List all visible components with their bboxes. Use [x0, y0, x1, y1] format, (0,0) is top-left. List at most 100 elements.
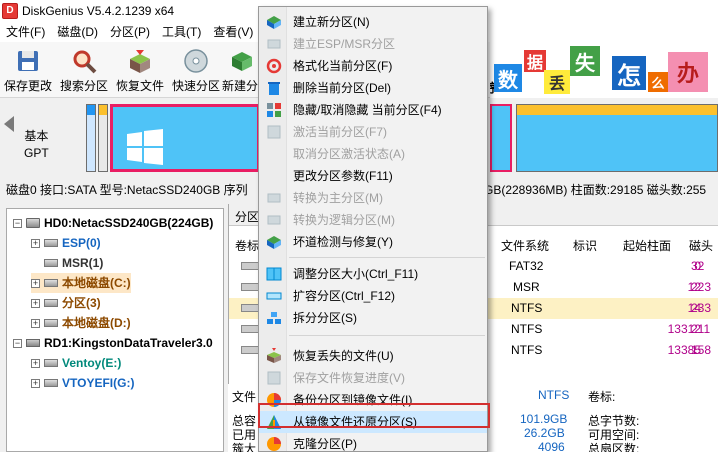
app-logo-icon: D — [2, 3, 18, 19]
tree-item-label: ESP(0) — [62, 236, 101, 250]
tree-item-msr[interactable]: MSR(1) — [31, 253, 103, 273]
menu-item-to-primary[interactable]: 转换为主分区(M) — [259, 187, 487, 209]
tree-item-partition3[interactable]: + 分区(3) — [31, 293, 101, 313]
partition-context-menu: 建立新分区(N) 建立ESP/MSR分区 格式化当前分区(F) 删除当前分区(D… — [258, 6, 488, 452]
menu-view[interactable]: 查看(V) — [207, 22, 259, 42]
convert-primary-icon — [267, 193, 281, 203]
tree-item-ventoy[interactable]: + Ventoy(E:) — [31, 353, 121, 373]
menu-item-activate[interactable]: 激活当前分区(F7) — [259, 121, 487, 143]
expand-icon[interactable]: + — [31, 238, 40, 248]
tree-item-label: RD1:KingstonDataTraveler3.0 — [44, 336, 213, 350]
partition-bar-d[interactable] — [516, 104, 718, 172]
save-changes-button[interactable]: 保存更改 — [0, 44, 56, 96]
expand-icon[interactable]: + — [31, 298, 40, 308]
expand-icon[interactable]: + — [31, 278, 40, 288]
menu-item-deactivate[interactable]: 取消分区激活状态(A) — [259, 143, 487, 165]
new-partition-button[interactable]: 新建分 — [220, 44, 260, 96]
menu-item-split[interactable]: 拆分分区(S) — [259, 307, 487, 329]
menu-item-clone[interactable]: 克隆分区(P) — [259, 433, 487, 452]
collapse-icon[interactable]: − — [13, 218, 22, 228]
partition-bar-msr[interactable] — [98, 104, 108, 172]
menu-item-extend[interactable]: 扩容分区(Ctrl_F12) — [259, 285, 487, 307]
extend-icon — [266, 292, 282, 300]
usb-drive-icon — [26, 339, 40, 347]
menu-item-format[interactable]: 格式化当前分区(F) — [259, 55, 487, 77]
tree-item-vtoyefi[interactable]: + VTOYEFI(G:) — [31, 373, 134, 393]
menu-item-create-esp-msr[interactable]: 建立ESP/MSR分区 — [259, 33, 487, 55]
menu-partition[interactable]: 分区(P) — [104, 22, 156, 42]
disk-tree: − HD0:NetacSSD240GB(224GB) + ESP(0) MSR(… — [6, 208, 224, 452]
partition-icon — [44, 259, 58, 267]
menu-item-to-logical[interactable]: 转换为逻辑分区(M) — [259, 209, 487, 231]
partition-row-icon — [241, 325, 259, 333]
partition-bar-c[interactable] — [110, 104, 260, 172]
menu-item-hide-unhide[interactable]: 隐藏/取消隐藏 当前分区(F4) — [259, 99, 487, 121]
disk-info-left: 磁盘0 接口:SATA 型号:NetacSSD240GB 序列 — [6, 183, 248, 197]
tree-item-label: Ventoy(E:) — [62, 356, 122, 370]
menu-item-save-progress[interactable]: 保存文件恢复进度(V) — [259, 367, 487, 389]
tab-partitions[interactable]: 分区 — [235, 208, 259, 225]
promo-banner[interactable]: 数 据 丢 失 怎 么 办 序 — [490, 42, 718, 98]
window-title: DiskGenius V5.4.2.1239 x64 — [22, 4, 175, 18]
banner-char: 办 — [668, 52, 708, 92]
tree-item-d[interactable]: + 本地磁盘(D:) — [31, 313, 131, 333]
total-sectors-label: 总扇区数: — [588, 442, 640, 452]
quick-partition-button[interactable]: 快速分区 — [168, 44, 224, 96]
menu-separator — [289, 335, 485, 336]
tree-item-rd1[interactable]: − RD1:KingstonDataTraveler3.0 — [13, 333, 213, 353]
column-filesystem[interactable]: 文件系统 — [501, 236, 549, 256]
menu-item-change-params[interactable]: 更改分区参数(F11) — [259, 165, 487, 187]
tree-item-c[interactable]: + 本地磁盘(C:) — [31, 273, 131, 293]
menu-file[interactable]: 文件(F) — [0, 22, 51, 42]
expand-icon[interactable]: + — [31, 358, 40, 368]
column-volume[interactable]: 卷标 — [235, 236, 259, 256]
recover-icon — [267, 348, 281, 363]
split-icon — [267, 312, 281, 324]
expand-icon[interactable]: + — [31, 318, 40, 328]
partition-icon — [44, 279, 58, 287]
search-partition-button[interactable]: 搜索分区 — [56, 44, 112, 96]
clone-icon — [267, 437, 281, 451]
highlight-box — [258, 403, 490, 428]
partition-bar-3[interactable] — [490, 104, 512, 172]
menu-item-bad-sector[interactable]: 坏道检测与修复(Y) — [259, 231, 487, 253]
column-head[interactable]: 磁头 — [689, 236, 713, 256]
partition-row-icon — [241, 262, 259, 270]
used-space-value: 26.2GB — [524, 426, 565, 440]
windows-logo-icon — [127, 129, 163, 165]
activate-icon — [267, 125, 281, 139]
format-icon — [266, 58, 282, 74]
cluster-size-value: 4096 — [538, 440, 565, 452]
column-id[interactable]: 标识 — [573, 236, 597, 256]
column-start-cylinder[interactable]: 起始柱面 — [623, 236, 671, 256]
tree-item-label: 本地磁盘(C:) — [62, 276, 131, 290]
previous-disk-arrow-icon[interactable] — [4, 116, 14, 132]
hard-disk-icon — [26, 218, 40, 228]
tree-item-esp[interactable]: + ESP(0) — [31, 233, 101, 253]
collapse-icon[interactable]: − — [13, 338, 22, 348]
fs-value: NTFS — [538, 388, 570, 402]
partition-bar-esp[interactable] — [86, 104, 96, 172]
tree-item-label: HD0:NetacSSD240GB(224GB) — [44, 216, 214, 230]
expand-icon[interactable]: + — [31, 378, 40, 388]
partition-icon — [44, 239, 58, 247]
tree-item-hd0[interactable]: − HD0:NetacSSD240GB(224GB) — [13, 213, 213, 233]
new-partition-icon — [267, 16, 281, 29]
menu-item-create-partition[interactable]: 建立新分区(N) — [259, 11, 487, 33]
menu-disk[interactable]: 磁盘(D) — [51, 22, 104, 42]
banner-char: 数 — [494, 64, 522, 92]
recover-files-button[interactable]: 恢复文件 — [112, 44, 168, 96]
save-icon — [18, 51, 38, 71]
disc-icon — [184, 49, 208, 73]
convert-logical-icon — [267, 215, 281, 225]
menu-item-resize[interactable]: 调整分区大小(Ctrl_F11) — [259, 263, 487, 285]
menu-item-recover-files[interactable]: 恢复丢失的文件(U) — [259, 345, 487, 367]
recover-box-icon — [130, 50, 150, 73]
menu-item-delete[interactable]: 删除当前分区(Del) — [259, 77, 487, 99]
disk-type-label: 基本 GPT — [24, 129, 49, 160]
menu-tools[interactable]: 工具(T) — [156, 22, 207, 42]
esp-icon — [267, 39, 281, 49]
partition-icon — [44, 319, 58, 327]
tree-item-label: VTOYEFI(G:) — [62, 376, 135, 390]
partition-icon — [44, 299, 58, 307]
